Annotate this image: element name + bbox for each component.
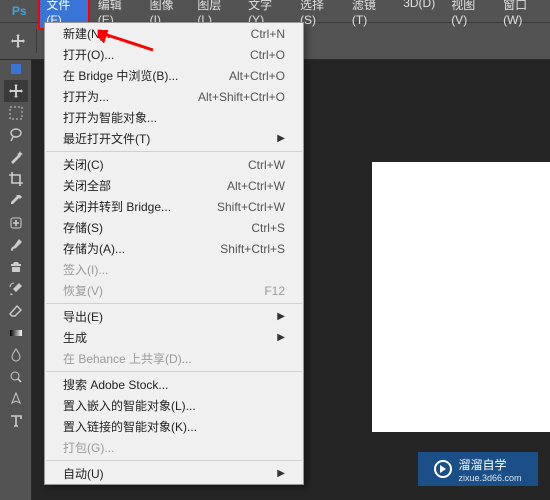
tool-blur[interactable] [4, 344, 28, 366]
menuitem-shortcut: Ctrl+N [251, 27, 285, 41]
menuitem-label: 在 Behance 上共享(D)... [63, 350, 285, 367]
menuitem-搜索 Adobe Stock[interactable]: 搜索 Adobe Stock... [45, 374, 303, 395]
menuitem-shortcut: Ctrl+S [251, 221, 285, 235]
menuitem-在 Bridge 中浏览[interactable]: 在 Bridge 中浏览(B)...Alt+Ctrl+O [45, 65, 303, 86]
menuitem-shortcut: Shift+Ctrl+W [217, 200, 285, 214]
menuitem-label: 关闭(C) [63, 156, 248, 173]
submenu-arrow-icon: ▶ [277, 468, 285, 479]
tool-gradient[interactable] [4, 322, 28, 344]
menuitem-label: 搜索 Adobe Stock... [63, 376, 285, 393]
menuitem-置入嵌入的智能对象[interactable]: 置入嵌入的智能对象(L)... [45, 395, 303, 416]
tool-clone[interactable] [4, 256, 28, 278]
menu-视图[interactable]: 视图(V) [443, 0, 495, 30]
tool-brush[interactable] [4, 234, 28, 256]
menuitem-label: 签入(I)... [63, 261, 285, 278]
submenu-arrow-icon: ▶ [277, 133, 285, 144]
tool-crop[interactable] [4, 168, 28, 190]
menubar: Ps 文件(F)编辑(E)图像(I)图层(L)文字(Y)选择(S)滤镜(T)3D… [0, 0, 550, 22]
menuitem-label: 关闭并转到 Bridge... [63, 198, 217, 215]
menuitem-导出[interactable]: 导出(E) ▶ [45, 306, 303, 327]
tool-pen[interactable] [4, 388, 28, 410]
menuitem-label: 生成 [63, 329, 271, 346]
menuitem-打包: 打包(G)... [45, 437, 303, 458]
menuitem-签入: 签入(I)... [45, 259, 303, 280]
menuitem-最近打开文件[interactable]: 最近打开文件(T) ▶ [45, 128, 303, 149]
menuitem-存储[interactable]: 存储(S)Ctrl+S [45, 217, 303, 238]
menuitem-shortcut: F12 [264, 284, 285, 298]
menuitem-shortcut: Alt+Ctrl+W [227, 179, 285, 193]
play-icon [434, 460, 452, 478]
watermark-badge: 溜溜自学 zixue.3d66.com [418, 452, 538, 486]
menuitem-label: 自动(U) [63, 465, 271, 482]
menu-窗口[interactable]: 窗口(W) [495, 0, 550, 30]
menu-滤镜[interactable]: 滤镜(T) [344, 0, 395, 30]
menuitem-label: 恢复(V) [63, 282, 264, 299]
tool-magic-wand[interactable] [4, 146, 28, 168]
menuitem-恢复: 恢复(V)F12 [45, 280, 303, 301]
tool-lasso[interactable] [4, 124, 28, 146]
document-canvas[interactable] [372, 162, 550, 432]
move-tool-indicator-icon [6, 29, 30, 53]
menuitem-label: 存储为(A)... [63, 240, 220, 257]
menuitem-新建[interactable]: 新建(N)...Ctrl+N [45, 23, 303, 44]
tool-history-brush[interactable] [4, 278, 28, 300]
tool-eraser[interactable] [4, 300, 28, 322]
menuitem-存储为[interactable]: 存储为(A)...Shift+Ctrl+S [45, 238, 303, 259]
menuitem-置入链接的智能对象[interactable]: 置入链接的智能对象(K)... [45, 416, 303, 437]
menuitem-生成[interactable]: 生成 ▶ [45, 327, 303, 348]
menuitem-自动[interactable]: 自动(U) ▶ [45, 463, 303, 484]
file-menu-dropdown: 新建(N)...Ctrl+N打开(O)...Ctrl+O在 Bridge 中浏览… [44, 22, 304, 485]
watermark-url: zixue.3d66.com [458, 473, 521, 483]
menuitem-关闭并转到 Bridge[interactable]: 关闭并转到 Bridge...Shift+Ctrl+W [45, 196, 303, 217]
menuitem-label: 打包(G)... [63, 439, 285, 456]
tools-panel [0, 60, 32, 500]
menuitem-label: 关闭全部 [63, 177, 227, 194]
tool-move[interactable] [4, 80, 28, 102]
tool-eyedropper[interactable] [4, 190, 28, 212]
menuitem-label: 最近打开文件(T) [63, 130, 271, 147]
tool-type[interactable] [4, 410, 28, 432]
menuitem-label: 导出(E) [63, 308, 271, 325]
tools-flyout-icon[interactable] [11, 64, 21, 74]
menuitem-shortcut: Ctrl+W [248, 158, 285, 172]
menuitem-在 Behance 上共享: 在 Behance 上共享(D)... [45, 348, 303, 369]
menuitem-关闭全部[interactable]: 关闭全部Alt+Ctrl+W [45, 175, 303, 196]
menuitem-打开[interactable]: 打开(O)...Ctrl+O [45, 44, 303, 65]
menuitem-关闭[interactable]: 关闭(C)Ctrl+W [45, 154, 303, 175]
tool-healing[interactable] [4, 212, 28, 234]
tool-marquee[interactable] [4, 102, 28, 124]
tool-dodge[interactable] [4, 366, 28, 388]
menuitem-label: 置入链接的智能对象(K)... [63, 418, 285, 435]
menuitem-shortcut: Alt+Ctrl+O [229, 69, 285, 83]
menuitem-打开为[interactable]: 打开为...Alt+Shift+Ctrl+O [45, 86, 303, 107]
menuitem-label: 打开为智能对象... [63, 109, 285, 126]
app-logo: Ps [8, 1, 30, 21]
menuitem-label: 打开为... [63, 88, 198, 105]
menuitem-shortcut: Shift+Ctrl+S [220, 242, 285, 256]
submenu-arrow-icon: ▶ [277, 332, 285, 343]
menuitem-label: 置入嵌入的智能对象(L)... [63, 397, 285, 414]
submenu-arrow-icon: ▶ [277, 311, 285, 322]
menuitem-label: 存储(S) [63, 219, 251, 236]
menuitem-label: 在 Bridge 中浏览(B)... [63, 67, 229, 84]
menu-3D[interactable]: 3D(D) [395, 0, 443, 30]
menuitem-shortcut: Ctrl+O [250, 48, 285, 62]
menuitem-shortcut: Alt+Shift+Ctrl+O [198, 90, 285, 104]
separator [36, 29, 37, 53]
watermark-title: 溜溜自学 [458, 456, 521, 473]
menuitem-label: 新建(N)... [63, 25, 251, 42]
menuitem-label: 打开(O)... [63, 46, 250, 63]
menuitem-打开为智能对象[interactable]: 打开为智能对象... [45, 107, 303, 128]
